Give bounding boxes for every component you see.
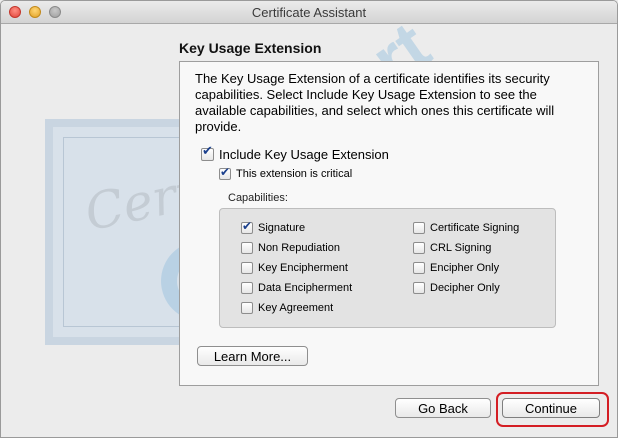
- capability-signature[interactable]: Signature: [241, 219, 306, 234]
- key-encipherment-label: Key Encipherment: [258, 262, 348, 274]
- capability-certificate-signing[interactable]: Certificate Signing: [413, 222, 519, 234]
- data-encipherment-label: Data Encipherment: [258, 282, 353, 294]
- encipher-only-label: Encipher Only: [430, 262, 500, 274]
- description-text: The Key Usage Extension of a certificate…: [195, 71, 555, 134]
- crl-signing-checkbox[interactable]: [413, 242, 425, 254]
- data-encipherment-checkbox[interactable]: [241, 282, 253, 294]
- signature-label: Signature: [258, 222, 306, 234]
- capability-decipher-only[interactable]: Decipher Only: [413, 282, 500, 294]
- non-repudiation-checkbox[interactable]: [241, 242, 253, 254]
- section-heading: Key Usage Extension: [179, 40, 322, 56]
- go-back-button[interactable]: Go Back: [395, 398, 491, 418]
- continue-highlight-annotation: [496, 392, 609, 427]
- decipher-only-checkbox[interactable]: [413, 282, 425, 294]
- critical-checkbox-row[interactable]: This extension is critical: [219, 165, 353, 180]
- include-key-usage-checkbox-row[interactable]: Include Key Usage Extension: [201, 144, 389, 162]
- critical-checkbox[interactable]: [219, 165, 231, 180]
- capability-key-encipherment[interactable]: Key Encipherment: [241, 262, 348, 274]
- certificate-signing-checkbox[interactable]: [413, 222, 425, 234]
- key-encipherment-checkbox[interactable]: [241, 262, 253, 274]
- include-key-usage-label: Include Key Usage Extension: [219, 147, 389, 162]
- key-agreement-label: Key Agreement: [258, 302, 334, 314]
- key-agreement-checkbox[interactable]: [241, 302, 253, 314]
- certificate-assistant-window: Certificate Assistant Certificate digice…: [0, 0, 618, 438]
- capability-crl-signing[interactable]: CRL Signing: [413, 242, 491, 254]
- non-repudiation-label: Non Repudiation: [258, 242, 340, 254]
- title-bar: Certificate Assistant: [1, 1, 617, 24]
- decipher-only-label: Decipher Only: [430, 282, 500, 294]
- capabilities-label: Capabilities:: [228, 192, 288, 204]
- signature-checkbox[interactable]: [241, 219, 253, 234]
- window-title: Certificate Assistant: [251, 5, 367, 20]
- learn-more-button[interactable]: Learn More...: [197, 346, 308, 366]
- options-panel: The Key Usage Extension of a certificate…: [179, 61, 599, 386]
- critical-label: This extension is critical: [236, 168, 353, 180]
- crl-signing-label: CRL Signing: [430, 242, 492, 254]
- capability-data-encipherment[interactable]: Data Encipherment: [241, 282, 352, 294]
- certificate-signing-label: Certificate Signing: [430, 222, 520, 234]
- capability-non-repudiation[interactable]: Non Repudiation: [241, 242, 340, 254]
- capability-encipher-only[interactable]: Encipher Only: [413, 262, 499, 274]
- encipher-only-checkbox[interactable]: [413, 262, 425, 274]
- capability-key-agreement[interactable]: Key Agreement: [241, 302, 333, 314]
- include-key-usage-checkbox[interactable]: [201, 144, 214, 161]
